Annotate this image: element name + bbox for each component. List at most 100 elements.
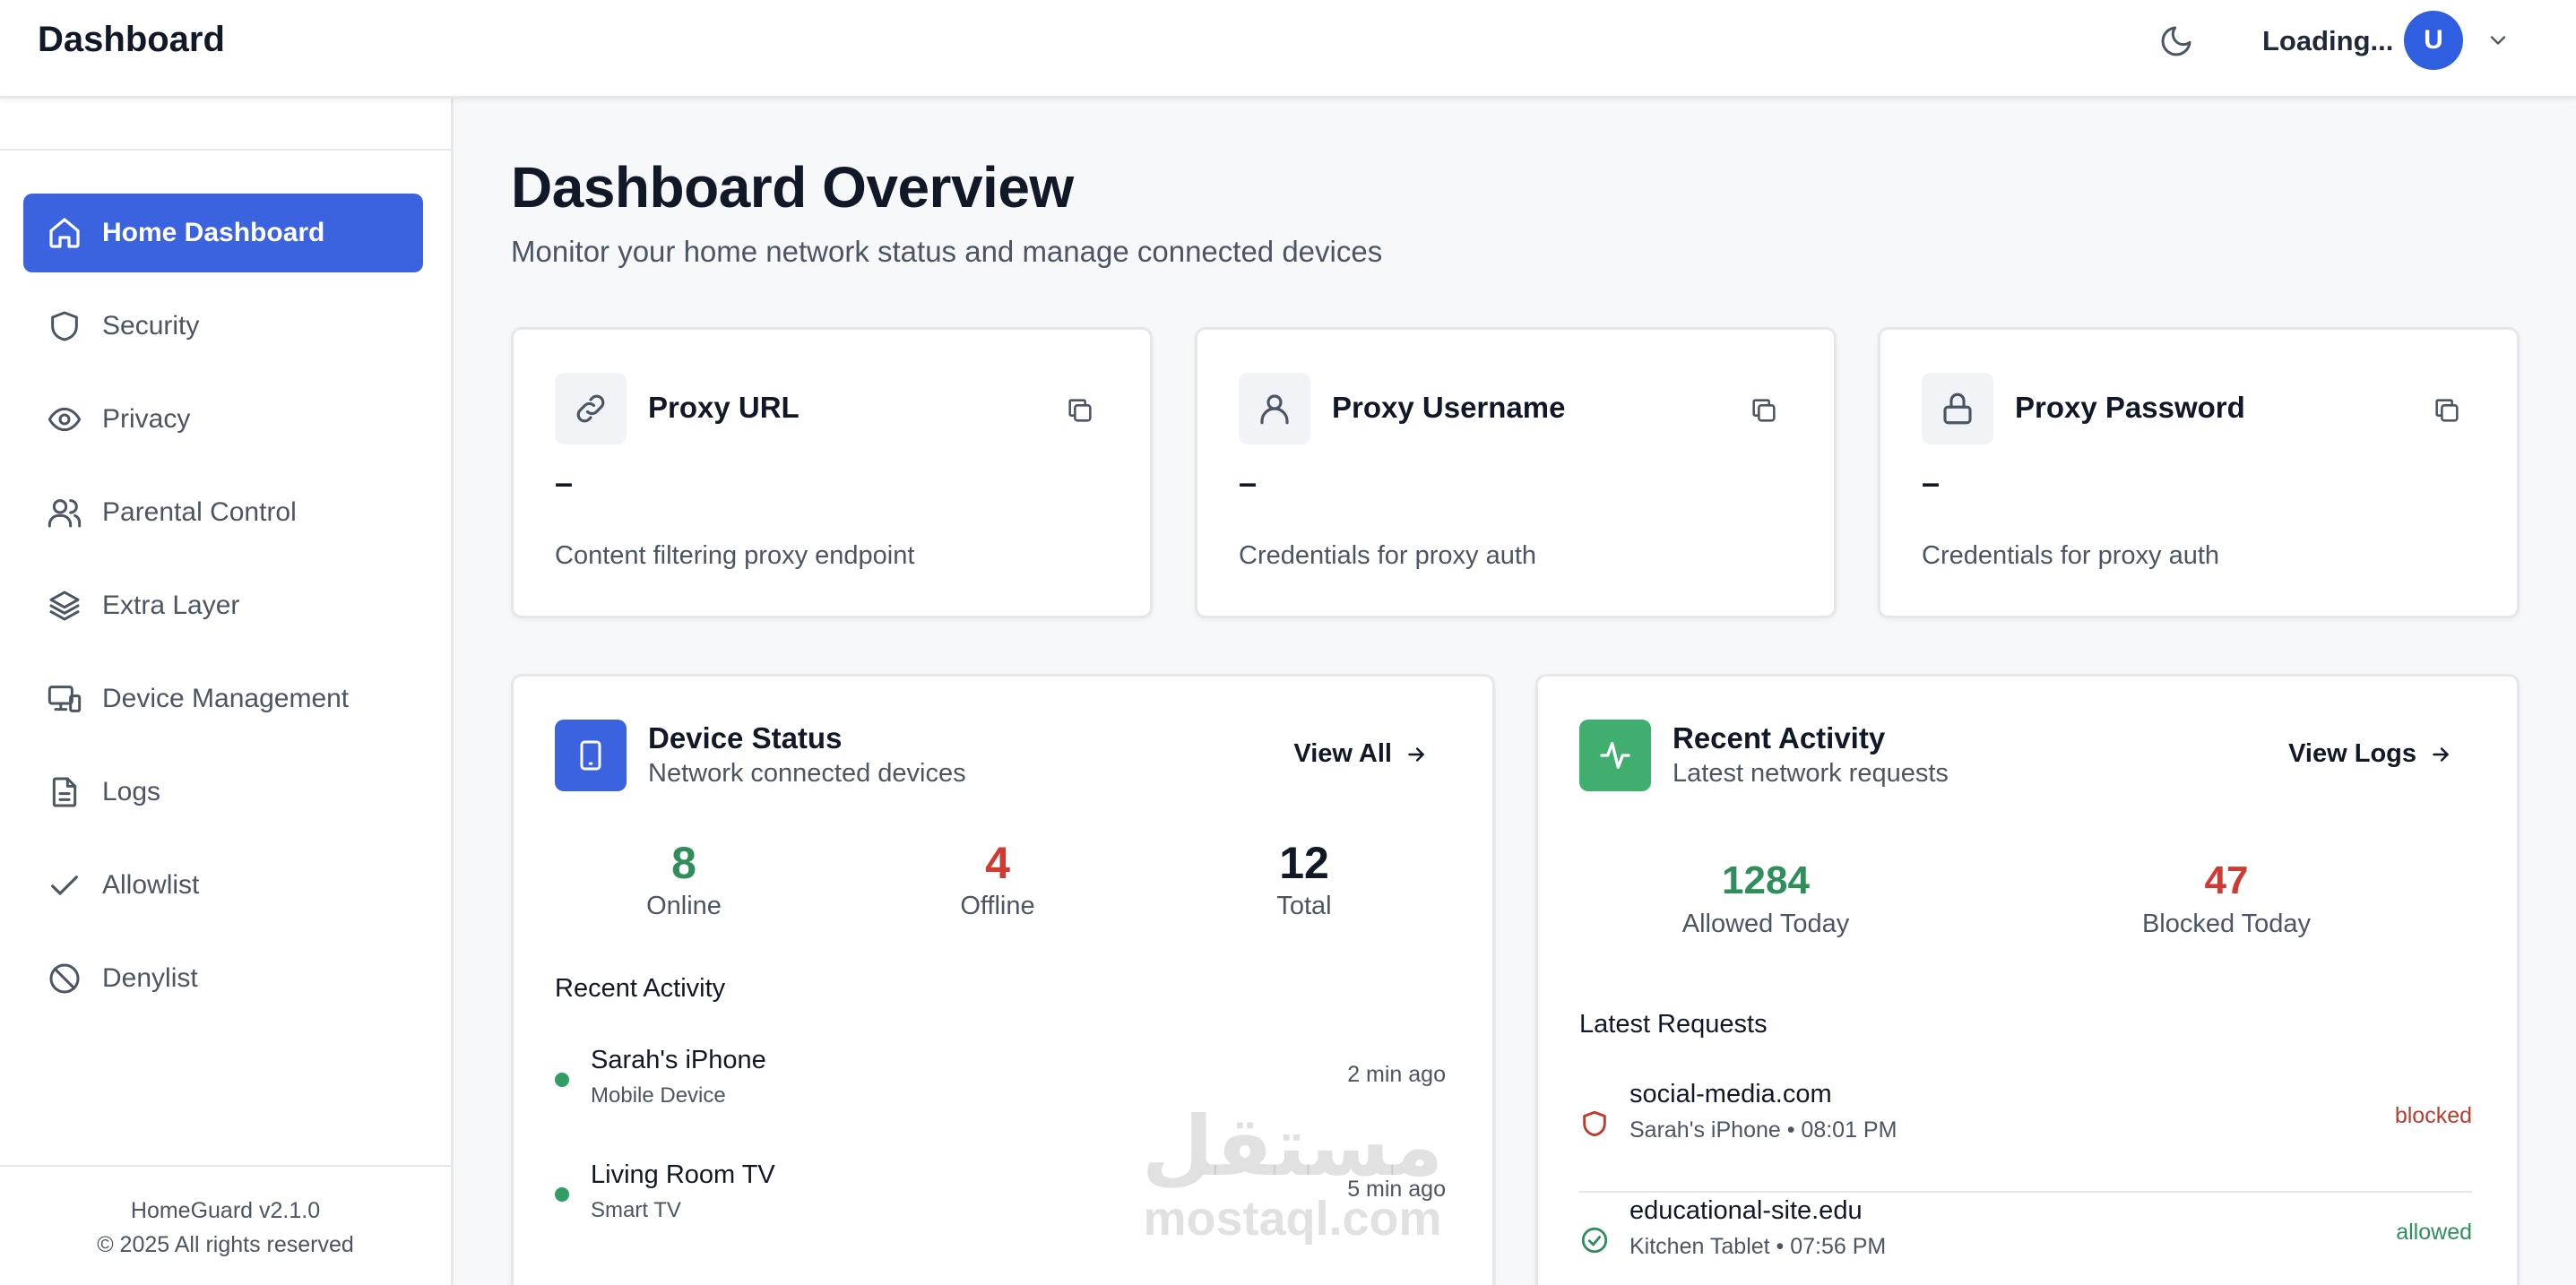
users-icon [45, 493, 84, 532]
device-name: Sarah's iPhone [591, 1046, 766, 1074]
sidebar-item-label: Home Dashboard [102, 218, 325, 247]
request-meta: Kitchen Tablet • 07:56 PM [1629, 1234, 1887, 1259]
proxy-card-description: Credentials for proxy auth [1922, 541, 2220, 570]
check-icon [45, 866, 84, 905]
view-all-link[interactable]: View All [1293, 739, 1428, 769]
stat-label: Offline [960, 892, 1035, 920]
sidebar-item-logs[interactable]: Logs [23, 753, 423, 832]
list-item[interactable]: Sarah's iPhone Mobile Device 2 min ago [555, 1046, 1446, 1117]
sidebar-item-label: Parental Control [102, 497, 297, 527]
sidebar-item-home-dashboard[interactable]: Home Dashboard [23, 194, 423, 272]
status-badge: allowed [2396, 1220, 2472, 1245]
device-name: Living Room TV [591, 1160, 775, 1189]
stat-total: 12 Total [1223, 836, 1385, 921]
sidebar-item-denylist[interactable]: Denylist [23, 939, 423, 1018]
proxy-card-title: Proxy Password [2015, 391, 2245, 424]
device-time: 5 min ago [1347, 1177, 1446, 1202]
recent-activity-card: Recent Activity Latest network requests … [1535, 674, 2520, 1285]
eye-icon [45, 400, 84, 439]
device-type: Mobile Device [591, 1083, 726, 1108]
moon-icon[interactable] [2155, 20, 2198, 63]
sidebar-item-device-management[interactable]: Device Management [23, 660, 423, 738]
proxy-card-description: Content filtering proxy endpoint [555, 541, 915, 570]
sidebar-item-security[interactable]: Security [23, 287, 423, 366]
file-icon [45, 772, 84, 812]
sidebar-item-label: Allowlist [102, 870, 200, 900]
app-version: HomeGuard v2.1.0 [130, 1198, 321, 1223]
user-icon [1239, 373, 1310, 444]
view-all-label: View All [1293, 739, 1392, 768]
copy-icon[interactable] [1062, 392, 1098, 428]
card-title: Device Status [648, 721, 843, 755]
sidebar-item-label: Logs [102, 777, 161, 806]
shield-icon [1579, 1108, 1610, 1139]
proxy-card-title: Proxy URL [648, 391, 800, 424]
device-time: 2 min ago [1347, 1062, 1446, 1087]
list-item[interactable]: Living Room TV Smart TV 5 min ago [555, 1160, 1446, 1232]
list-item[interactable]: educational-site.edu Kitchen Tablet • 07… [1579, 1196, 2472, 1285]
section-label: Latest Requests [1579, 1010, 1768, 1039]
card-subtitle: Latest network requests [1673, 759, 1949, 788]
copyright-text: © 2025 All rights reserved [97, 1232, 354, 1257]
avatar[interactable]: U [2404, 11, 2463, 70]
status-badge: blocked [2394, 1103, 2472, 1128]
proxy-value: – [1239, 464, 1258, 501]
devices-icon [45, 679, 84, 719]
stat-label: Total [1276, 892, 1332, 920]
app-title: Dashboard [38, 20, 225, 59]
chevron-down-icon[interactable] [2483, 25, 2513, 56]
sidebar-footer: HomeGuard v2.1.0 © 2025 All rights reser… [0, 1194, 451, 1262]
ban-icon [45, 959, 84, 998]
device-status-card: Device Status Network connected devices … [511, 674, 1495, 1285]
sidebar-divider [0, 1165, 451, 1167]
request-domain: educational-site.edu [1629, 1196, 1863, 1225]
request-domain: social-media.com [1629, 1080, 1832, 1108]
page-subtitle: Monitor your home network status and man… [511, 235, 1383, 268]
user-status: Loading... [2262, 25, 2394, 56]
list-item[interactable]: social-media.com Sarah's iPhone • 08:01 … [1579, 1080, 2472, 1193]
sidebar-item-label: Device Management [102, 684, 350, 713]
view-logs-label: View Logs [2288, 739, 2416, 768]
stat-label: Online [646, 892, 722, 920]
stat-allowed: 1284 Allowed Today [1649, 854, 1882, 939]
layers-icon [45, 586, 84, 625]
stat-offline: 4 Offline [917, 836, 1078, 921]
stat-value: 12 [1279, 838, 1329, 888]
sidebar-divider [0, 149, 451, 151]
copy-icon[interactable] [2429, 392, 2465, 428]
lock-icon [1922, 373, 1993, 444]
stat-value: 4 [985, 838, 1010, 888]
sidebar-item-parental-control[interactable]: Parental Control [23, 473, 423, 552]
sidebar-item-label: Extra Layer [102, 591, 240, 620]
arrow-right-icon [1405, 743, 1428, 766]
card-subtitle: Network connected devices [648, 759, 966, 788]
sidebar-item-privacy[interactable]: Privacy [23, 380, 423, 459]
stat-label: Allowed Today [1681, 910, 1850, 938]
top-header: Dashboard Loading... U [0, 0, 2576, 99]
proxy-value: – [555, 464, 574, 501]
sidebar-item-allowlist[interactable]: Allowlist [23, 846, 423, 925]
page-title: Dashboard Overview [511, 155, 1074, 220]
request-meta: Sarah's iPhone • 08:01 PM [1629, 1117, 1897, 1143]
sidebar: Home Dashboard Security Privacy Parental… [0, 99, 454, 1285]
activity-icon [1579, 720, 1651, 791]
stat-value: 1284 [1722, 858, 1810, 902]
stat-online: 8 Online [603, 836, 765, 921]
online-dot [555, 1073, 569, 1087]
device-type: Smart TV [591, 1198, 681, 1222]
online-dot [555, 1187, 569, 1202]
tablet-icon [555, 720, 627, 791]
proxy-card-description: Credentials for proxy auth [1239, 541, 1537, 570]
sidebar-item-label: Security [102, 311, 200, 341]
sidebar-item-extra-layer[interactable]: Extra Layer [23, 566, 423, 645]
stat-blocked: 47 Blocked Today [2110, 854, 2343, 939]
shield-icon [45, 306, 84, 346]
section-label: Recent Activity [555, 974, 726, 1003]
view-logs-link[interactable]: View Logs [2288, 739, 2452, 769]
proxy-password-card: Proxy Password – Credentials for proxy a… [1878, 327, 2520, 618]
sidebar-item-label: Privacy [102, 404, 191, 434]
home-icon [45, 213, 84, 253]
proxy-username-card: Proxy Username – Credentials for proxy a… [1195, 327, 1837, 618]
card-title: Recent Activity [1673, 721, 1886, 755]
copy-icon[interactable] [1746, 392, 1782, 428]
